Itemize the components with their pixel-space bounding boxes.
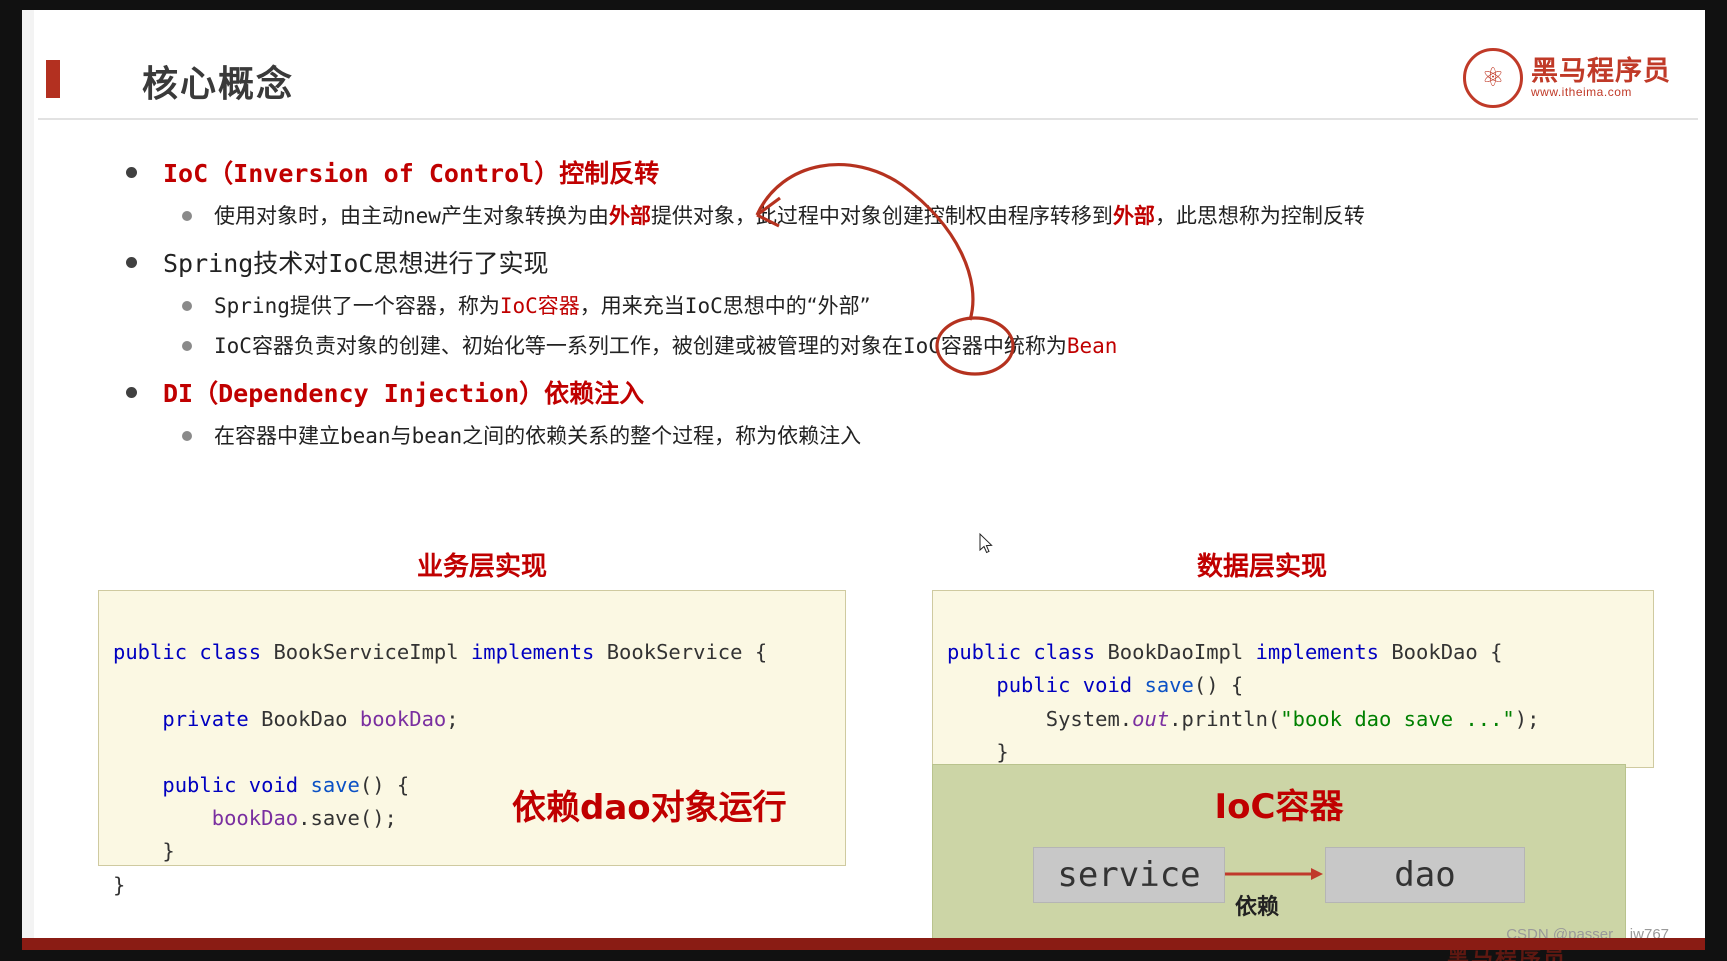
list-item: DI（Dependency Injection）依赖注入 (126, 360, 1705, 410)
ioc-service-box: service (1033, 847, 1225, 903)
horse-icon: ⚛ (1481, 63, 1505, 93)
dependency-label: 依赖 (1235, 895, 1280, 920)
bullet-text: Spring技术对IoC思想进行了实现 (163, 249, 549, 278)
bullet-text: IoC容器负责对象的创建、初始化等一系列工作，被创建或被管理的对象在IoC容器中… (214, 334, 1118, 358)
logo-text: 黑马程序员 www.itheima.com (1531, 55, 1671, 100)
service-panel-heading: 业务层实现 (417, 552, 548, 582)
slide-body: IoC（Inversion of Control）控制反转 使用对象时，由主动n… (22, 140, 1705, 450)
logo-url: www.itheima.com (1531, 85, 1632, 100)
title-accent-mark (46, 60, 60, 98)
slide: 核心概念 ⚛ 黑马程序员 www.itheima.com IoC（Inversi… (22, 10, 1705, 961)
ioc-container-panel: IoC容器 service dao 依赖 (932, 764, 1626, 948)
list-item: IoC（Inversion of Control）控制反转 (126, 140, 1705, 190)
bullet-text: 使用对象时，由主动new产生对象转换为由外部提供对象，此过程中对象创建控制权由程… (214, 204, 1365, 228)
bullet-dot-icon (126, 167, 137, 178)
list-item: 使用对象时，由主动new产生对象转换为由外部提供对象，此过程中对象创建控制权由程… (182, 190, 1705, 230)
brand-logo: ⚛ 黑马程序员 www.itheima.com (1463, 48, 1671, 108)
bullet-dot-icon (182, 431, 192, 441)
logo-name: 黑马程序员 (1531, 55, 1671, 87)
bullet-text: 在容器中建立bean与bean之间的依赖关系的整个过程，称为依赖注入 (214, 424, 862, 448)
list-item: 在容器中建立bean与bean之间的依赖关系的整个过程，称为依赖注入 (182, 410, 1705, 450)
bullet-text: IoC（Inversion of Control）控制反转 (163, 159, 660, 188)
bullet-dot-icon (182, 211, 192, 221)
bullet-dot-icon (126, 387, 137, 398)
title-divider (38, 118, 1698, 120)
bullet-dot-icon (126, 257, 137, 268)
dependency-arrow-icon (1225, 868, 1323, 880)
list-item: Spring提供了一个容器，称为IoC容器，用来充当IoC思想中的“外部” (182, 280, 1705, 320)
ioc-container-title: IoC容器 (1214, 787, 1344, 827)
bullet-text: Spring提供了一个容器，称为IoC容器，用来充当IoC思想中的“外部” (214, 294, 871, 318)
screenshot-root: 核心概念 ⚛ 黑马程序员 www.itheima.com IoC（Inversi… (0, 0, 1727, 961)
bullet-text: DI（Dependency Injection）依赖注入 (163, 379, 645, 408)
mouse-cursor-icon (979, 532, 993, 554)
service-dependency-note: 依赖dao对象运行 (512, 788, 787, 828)
dao-panel-heading: 数据层实现 (1197, 552, 1328, 582)
bullet-dot-icon (182, 301, 192, 311)
bottom-strip (22, 938, 1705, 950)
bullet-dot-icon (182, 341, 192, 351)
logo-mark-icon: ⚛ (1463, 48, 1523, 108)
ioc-dao-box: dao (1325, 847, 1525, 903)
page-title: 核心概念 (142, 64, 295, 105)
list-item: Spring技术对IoC思想进行了实现 (126, 230, 1705, 280)
list-item: IoC容器负责对象的创建、初始化等一系列工作，被创建或被管理的对象在IoC容器中… (182, 320, 1705, 360)
dao-code-block: public class BookDaoImpl implements Book… (932, 590, 1654, 797)
